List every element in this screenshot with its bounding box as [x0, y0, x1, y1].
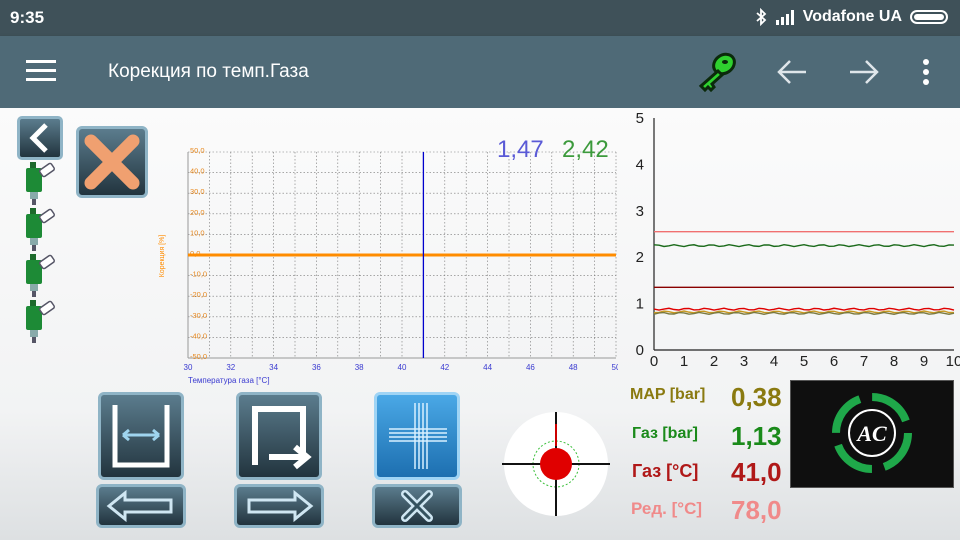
reducer-temp-label: Ред. [°C]: [631, 499, 703, 518]
status-bar: 9:35 Vodafone UA: [0, 0, 960, 36]
corner-arrow-icon: [252, 406, 312, 470]
flat-fill-button[interactable]: [98, 392, 184, 480]
page-title: Корекция по темп.Газа: [108, 61, 309, 82]
correction-chart[interactable]: 50,040,030,020,010,00,0-10,0-20,0-30,0-4…: [158, 130, 618, 392]
injector-icon-1: [26, 162, 55, 205]
forward-arrow-icon[interactable]: [842, 50, 886, 94]
y-tick-label: -30,0: [190, 311, 207, 320]
cursor-value-1: 1,47: [497, 136, 544, 163]
side-x-tick: 1: [680, 353, 688, 370]
target-indicator: [502, 412, 610, 516]
side-x-tick: 10: [946, 353, 960, 370]
carrier-name: Vodafone UA: [802, 8, 902, 25]
x-tick-label: 42: [440, 363, 449, 372]
side-x-tick: 7: [860, 353, 868, 370]
gas-temp-label: Газ [°C]: [632, 461, 699, 481]
injector-icons-group: [26, 162, 55, 343]
side-y-tick: 3: [636, 203, 644, 220]
y-axis-label: Корекция [%]: [159, 235, 166, 278]
cancel-button[interactable]: [76, 126, 148, 198]
map-value: 0,38: [731, 382, 782, 412]
x-tick-label: 30: [184, 363, 193, 372]
side-chart-lines: [653, 230, 955, 315]
side-y-tick: 2: [636, 249, 644, 266]
injector-icon-4: [26, 300, 55, 343]
y-tick-label: -40,0: [190, 331, 207, 340]
side-chart-y-ticks: 5 4 3 2 1 0: [636, 112, 644, 359]
side-x-tick: 3: [740, 353, 748, 370]
chevron-left-icon: [29, 123, 48, 153]
crosshair-grid-icon: [389, 403, 447, 469]
side-x-tick: 2: [710, 353, 718, 370]
apply-shift-button[interactable]: [236, 392, 322, 480]
live-values-chart: 543210 0 1 2 3 4 5 6 7 8 9 10: [636, 112, 960, 370]
app-bar: Корекция по темп.Газа: [0, 36, 960, 108]
side-x-tick: 5: [800, 353, 808, 370]
y-tick-label: -50,0: [190, 352, 207, 361]
hamburger-menu-icon[interactable]: [26, 60, 56, 84]
back-arrow-icon[interactable]: [770, 50, 814, 94]
brand-logo-panel: AC: [790, 380, 954, 488]
y-tick-label: 10,0: [190, 228, 205, 237]
gas-temp-value: 41,0: [731, 457, 782, 487]
x-tick-label: 32: [226, 363, 235, 372]
left-back-button[interactable]: [17, 116, 63, 160]
more-vert-icon[interactable]: [904, 50, 948, 94]
y-tick-label: 30,0: [190, 187, 205, 196]
y-tick-label: 20,0: [190, 208, 205, 217]
side-y-tick: 5: [636, 112, 644, 127]
x-tick-label: 48: [569, 363, 578, 372]
x-tick-label: 50: [612, 363, 618, 372]
y-tick-label: 50,0: [190, 146, 205, 155]
y-tick-label: 40,0: [190, 167, 205, 176]
bluetooth-icon: [756, 8, 767, 26]
status-right: Vodafone UA: [755, 8, 950, 26]
side-x-tick: 9: [920, 353, 928, 370]
battery-icon: [910, 10, 948, 24]
y-tick-label: -10,0: [190, 270, 207, 279]
arrow-right-icon: [247, 489, 314, 523]
gas-pressure-line: [653, 243, 955, 248]
logo-text: AC: [855, 421, 887, 446]
map-label: MAP [bar]: [630, 386, 706, 403]
x-axis-label: Температура газа [°C]: [188, 376, 270, 385]
cursor-value-2: 2,42: [562, 136, 609, 163]
side-x-tick: 8: [890, 353, 898, 370]
side-y-tick: 1: [636, 296, 644, 313]
x-tick-label: 44: [483, 363, 492, 372]
status-time: 9:35: [10, 8, 45, 27]
x-tick-label: 36: [312, 363, 321, 372]
gas-pressure-value: 1,13: [731, 421, 782, 451]
reset-button[interactable]: [372, 484, 462, 528]
injector-icon-2: [26, 208, 55, 251]
injector-icon-3: [26, 254, 55, 297]
crosshair-button[interactable]: [374, 392, 460, 480]
side-x-tick: 0: [650, 353, 658, 370]
x-tick-labels: 30 32 34 36 38 40 42 44 46 48 50: [184, 363, 618, 372]
arrow-left-icon: [106, 489, 173, 523]
x-tick-label: 46: [526, 363, 535, 372]
x-tick-label: 38: [355, 363, 364, 372]
side-y-tick: 4: [636, 156, 644, 173]
side-y-tick: 0: [636, 342, 644, 359]
flat-fill-icon: [112, 405, 170, 468]
x-tick-label: 34: [269, 363, 278, 372]
close-icon: [84, 134, 140, 190]
side-chart-x-ticks: 0 1 2 3 4 5 6 7 8 9 10: [650, 353, 960, 370]
close-icon: [401, 490, 433, 522]
gas-pressure-label: Газ [bar]: [632, 425, 698, 442]
signal-icon: [775, 10, 794, 25]
side-chart-axes: [653, 118, 954, 351]
reducer-temp-value: 78,0: [731, 495, 782, 525]
y-tick-label: -20,0: [190, 290, 207, 299]
next-point-button[interactable]: [234, 484, 324, 528]
prev-point-button[interactable]: [96, 484, 186, 528]
side-x-tick: 6: [830, 353, 838, 370]
key-icon[interactable]: [694, 50, 738, 94]
side-x-tick: 4: [770, 353, 778, 370]
series-red-line: [653, 307, 955, 311]
x-tick-label: 40: [398, 363, 407, 372]
ac-logo: AC: [832, 393, 912, 473]
